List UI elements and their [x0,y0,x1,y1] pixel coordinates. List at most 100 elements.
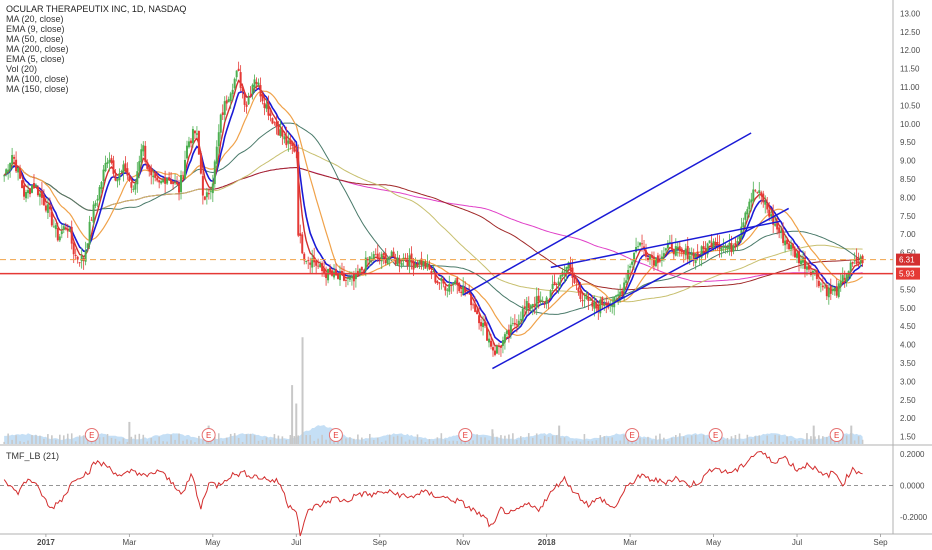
candle-body [454,280,457,284]
earnings-marker[interactable]: E [829,428,844,442]
candle-body [118,173,121,181]
candle-body [587,297,590,301]
price-tick-label: 11.50 [900,65,920,74]
volume-bar [555,435,558,444]
candle-body [788,243,791,250]
candle-body [549,290,552,299]
candle-body [354,273,357,280]
volume-bar [78,435,81,444]
candle-body [305,261,308,262]
candle-body [623,282,626,292]
volume-bar [611,437,614,444]
candle-body [319,264,322,268]
volume-bar [480,437,482,444]
candle-body [154,173,157,178]
candle-body [72,242,75,255]
candle-body [424,261,427,269]
volume-bar [146,441,149,444]
candle-body [533,304,536,306]
volume-bar [527,433,530,444]
earnings-marker[interactable]: E [458,428,473,442]
price-tick-label: 2.50 [900,396,916,405]
candle-body [36,186,39,196]
candle-body [352,274,355,282]
candle-body [102,169,105,182]
candle-body [654,257,657,267]
volume-bar [476,434,478,444]
volume-bar [806,433,808,444]
earnings-label: E [834,431,839,440]
volume-bar [357,434,359,444]
candle-body [297,151,300,236]
candle-body [333,271,336,278]
candle-body [180,175,183,193]
candle-body [166,177,169,184]
volume-bar [750,438,753,444]
volume-bar [663,437,665,444]
volume-bar [110,437,113,444]
earnings-marker[interactable]: E [708,428,723,442]
candle-body [207,193,210,195]
volume-bar [11,439,13,444]
volume-bar [651,440,653,444]
volume-bar [488,440,490,444]
candle-body [301,234,304,254]
earnings-marker[interactable]: E [328,428,343,442]
candle-body [60,231,63,235]
candle-body [372,254,375,259]
volume-bar [734,435,737,444]
volume-bar [47,434,49,444]
candle-body [269,113,272,116]
candle-body [273,121,276,123]
candle-body [327,268,330,281]
candle-body [5,169,8,174]
candle-body [633,252,636,262]
volume-bar [786,436,788,444]
volume-bar [778,435,780,444]
earnings-marker[interactable]: E [84,428,99,442]
earnings-marker[interactable]: E [201,428,216,442]
candle-body [456,277,459,286]
earnings-marker[interactable]: E [625,428,640,442]
volume-bar [587,440,590,444]
candle-body [555,284,558,286]
volume-bar [861,439,864,444]
volume-bar [520,436,522,444]
candle-body [323,268,326,274]
candle-body [227,99,230,103]
candle-body [845,274,848,283]
volume-bar [118,441,121,444]
candle-body [128,176,131,181]
volume-bar [758,435,761,444]
volume-bar [722,439,725,444]
candle-body [543,303,546,305]
volume-bar [98,437,101,444]
candle-body [859,256,862,264]
candle-body [529,305,532,309]
candle-body [839,281,842,287]
candle-body [348,277,351,280]
candle-body [488,338,491,343]
volume-bar [635,442,637,444]
volume-spike [301,337,304,444]
candle-body [182,175,185,177]
volume-bar [130,436,133,444]
candle-body [535,296,538,308]
candle-body [756,191,759,193]
candle-body [658,260,661,262]
candle-body [42,195,45,206]
candle-body [627,270,630,280]
candle-body [452,282,455,285]
candle-body [110,158,113,164]
volume-bar [166,441,168,444]
volume-bar [59,434,61,444]
volume-bar [345,438,347,444]
volume-bar [647,436,649,444]
price-tick-label: 7.00 [900,230,916,239]
volume-spike [558,425,561,444]
candle-body [321,263,324,271]
price-tick-label: 7.50 [900,212,916,221]
volume-bar [317,438,319,444]
volume-bar [289,435,292,444]
volume-bar [225,437,228,444]
